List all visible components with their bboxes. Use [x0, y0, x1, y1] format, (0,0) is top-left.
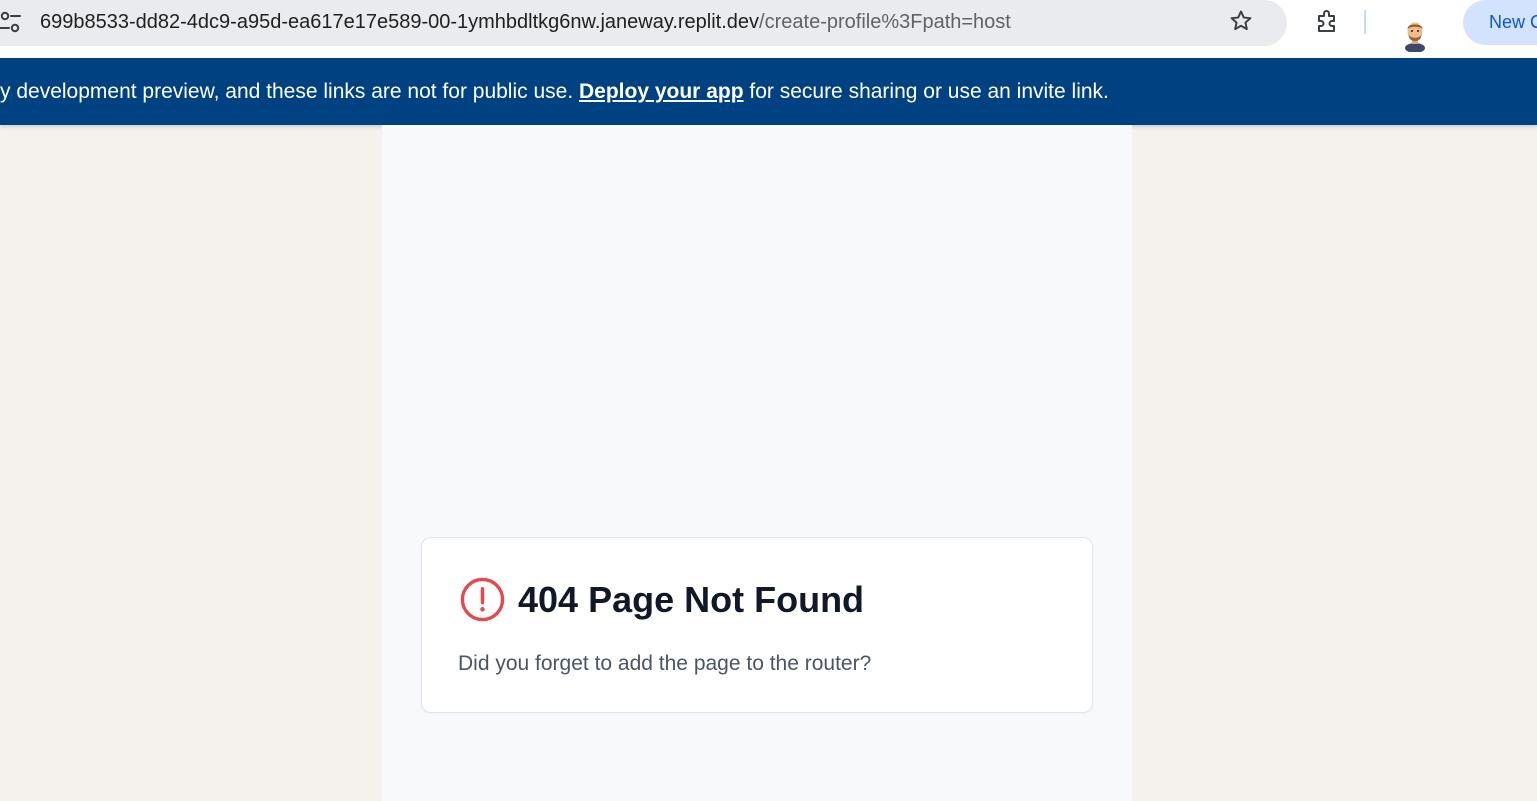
banner-text-before: y development preview, and these links a…: [0, 80, 579, 103]
new-chat-button[interactable]: New C: [1463, 0, 1537, 45]
page-title: 404 Page Not Found: [518, 579, 865, 620]
extensions-icon[interactable]: [1314, 7, 1342, 35]
profile-avatar[interactable]: [1399, 18, 1431, 52]
error-message: Did you forget to add the page to the ro…: [458, 652, 872, 675]
bookmark-star-icon[interactable]: [1228, 8, 1254, 34]
not-found-card: 404 Page Not Found Did you forget to add…: [421, 537, 1093, 713]
browser-toolbar: 699b8533-dd82-4dc9-a95d-ea617e17e589-00-…: [0, 0, 1537, 58]
deploy-app-link[interactable]: Deploy your app: [579, 80, 744, 103]
alert-circle-icon: [460, 577, 505, 622]
dev-preview-banner: y development preview, and these links a…: [0, 58, 1537, 125]
url-path: /create-profile%3Fpath=host: [759, 11, 1011, 33]
banner-text-after: for secure sharing or use an invite link…: [743, 80, 1109, 103]
address-bar[interactable]: 699b8533-dd82-4dc9-a95d-ea617e17e589-00-…: [0, 0, 1287, 46]
banner-text: y development preview, and these links a…: [0, 79, 1109, 105]
site-info-icon[interactable]: [0, 9, 22, 35]
url-text[interactable]: 699b8533-dd82-4dc9-a95d-ea617e17e589-00-…: [40, 10, 1011, 34]
toolbar-divider: [1364, 10, 1366, 34]
url-host: 699b8533-dd82-4dc9-a95d-ea617e17e589-00-…: [40, 11, 760, 33]
